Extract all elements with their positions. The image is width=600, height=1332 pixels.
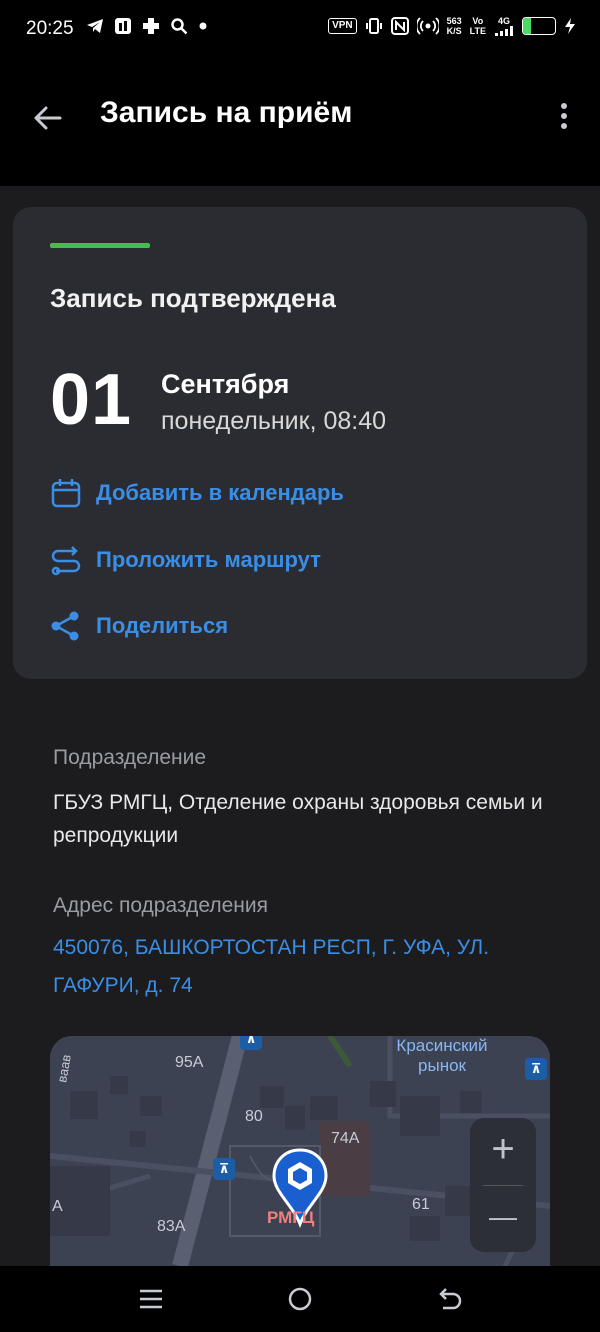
zoom-controls: + — (470, 1118, 536, 1252)
build-route-label: Проложить маршрут (96, 547, 321, 572)
appointment-page: Запись подтверждена 01 Сентября понедель… (0, 186, 600, 1266)
back-nav-icon[interactable] (435, 1284, 465, 1314)
status-time: 20:25 (26, 18, 74, 39)
map-label-83a: 83А (157, 1218, 186, 1235)
search-icon (171, 18, 188, 35)
calendar-icon (51, 479, 81, 508)
map-pin-label: РМГЦ (267, 1208, 315, 1227)
recent-apps-icon[interactable] (136, 1284, 166, 1314)
status-progress-bar (50, 243, 150, 248)
bus-stop-icon: ⊼ (240, 1036, 262, 1050)
bus-stop-icon: ⊼ (213, 1158, 235, 1180)
system-icons: VPN 563 K/S Vo LTE 4G 26 (328, 16, 576, 36)
hotspot-icon (416, 17, 439, 35)
vpn-badge: VPN (328, 18, 357, 34)
app-bar: Запись на приём (0, 62, 600, 172)
battery-indicator: 26 (522, 17, 556, 35)
signal-icon (495, 26, 513, 36)
appointment-weekday-time: понедельник, 08:40 (161, 407, 387, 435)
add-to-calendar-button[interactable]: Добавить в календарь (50, 477, 344, 509)
address-label: Адрес подразделения (53, 894, 268, 917)
map-label-a: А (52, 1198, 63, 1215)
map-label-61: 61 (412, 1196, 430, 1213)
bus-stop-icon: ⊼ (525, 1058, 547, 1080)
zoom-out-button[interactable]: — (470, 1186, 536, 1252)
appointment-card: Запись подтверждена 01 Сентября понедель… (13, 207, 587, 679)
charging-icon (565, 18, 575, 34)
more-options-icon[interactable] (554, 98, 574, 138)
app-notification-icon (115, 18, 131, 34)
map-label-market: Красинский рынок (396, 1036, 488, 1075)
map-label-74a: 74А (331, 1130, 360, 1147)
address-link[interactable]: 450076, БАШКОРТОСТАН РЕСП, Г. УФА, УЛ. Г… (53, 929, 553, 1005)
share-label: Поделиться (96, 613, 229, 638)
network-speed: 563 K/S (446, 16, 462, 36)
page-title: Запись на приём (100, 96, 353, 129)
zoom-in-button[interactable]: + (470, 1118, 536, 1184)
signal-indicator: 4G (494, 16, 514, 36)
telegram-icon (87, 19, 103, 33)
map-label-80: 80 (245, 1108, 263, 1125)
route-icon (51, 546, 81, 576)
vibrate-icon (365, 18, 382, 34)
system-navigation-bar (0, 1266, 600, 1332)
notification-icons (86, 17, 208, 35)
status-bar: 20:25 VPN 563 K/S Vo LTE 4G 26 (0, 0, 600, 62)
plus-icon (143, 18, 159, 34)
dot-icon (199, 22, 207, 30)
build-route-button[interactable]: Проложить маршрут (50, 544, 321, 576)
add-to-calendar-label: Добавить в календарь (96, 480, 344, 505)
back-arrow-icon[interactable] (28, 98, 68, 138)
map-view[interactable]: ваав 95А 80 74А 61 83А А Красинский рыно… (50, 1036, 550, 1266)
appointment-month: Сентября (161, 369, 290, 399)
department-label: Подразделение (53, 746, 207, 769)
appointment-day: 01 (50, 360, 133, 440)
battery-percent: 26 (532, 19, 546, 33)
share-icon (51, 611, 79, 641)
map-label-95a: 95А (175, 1054, 204, 1071)
home-icon[interactable] (285, 1284, 315, 1314)
volte-indicator: Vo LTE (469, 16, 486, 36)
appointment-status: Запись подтверждена (50, 283, 336, 313)
nfc-icon (390, 17, 409, 35)
share-button[interactable]: Поделиться (50, 610, 228, 642)
department-value: ГБУЗ РМГЦ, Отделение охраны здоровья сем… (53, 791, 543, 847)
